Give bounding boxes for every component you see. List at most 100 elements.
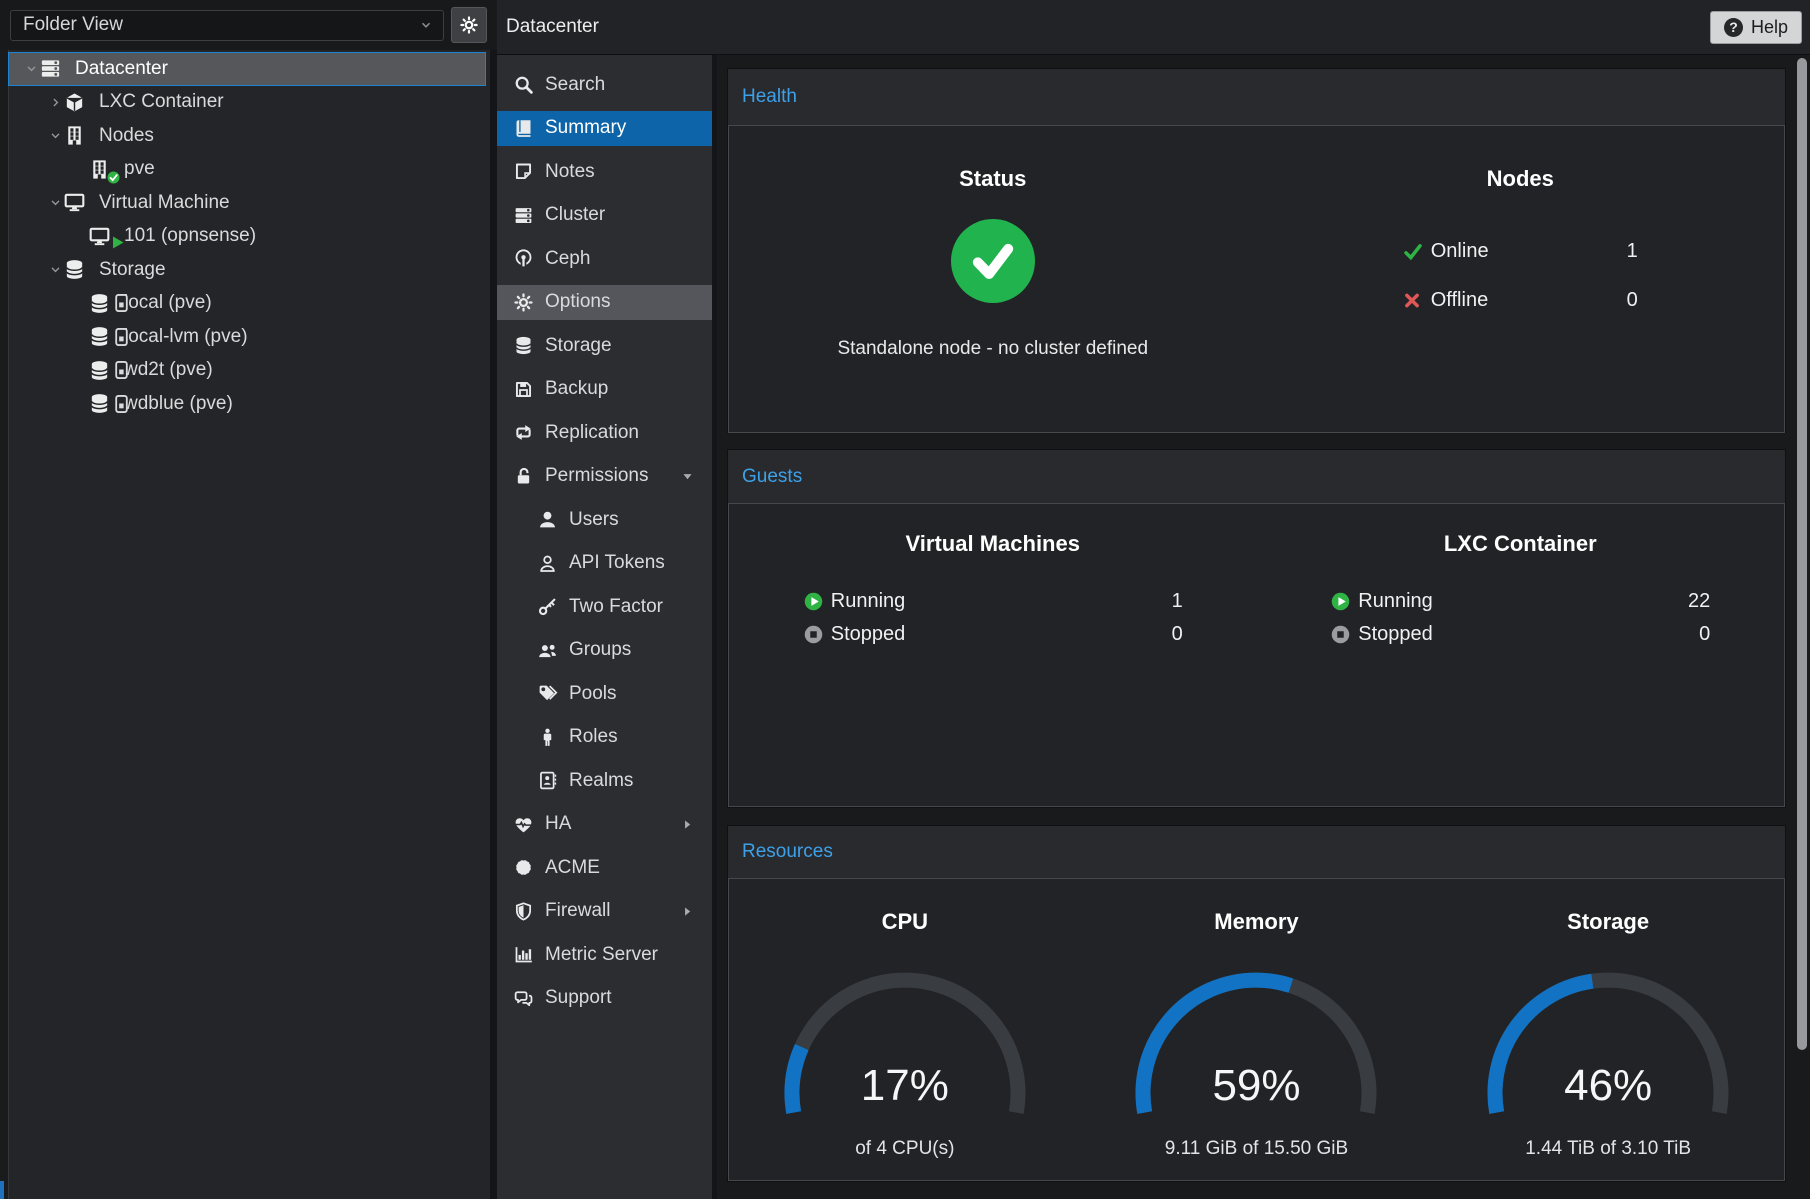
running-play-badge (112, 236, 124, 249)
guest-status-row: Stopped 0 (1330, 621, 1710, 647)
content-title: Datacenter (506, 16, 599, 38)
sidebar-item-label: Notes (545, 161, 595, 183)
status-text: Standalone node - no cluster defined (729, 338, 1257, 360)
sidebar-item-support[interactable]: Support (497, 977, 712, 1021)
guests-column-virtual-machines: Virtual MachinesRunning1Stopped0 (729, 504, 1257, 806)
chevron-down-icon (419, 18, 433, 32)
barchart-icon (511, 944, 535, 965)
view-mode-value: Folder View (23, 14, 419, 36)
sidebar-item-ceph[interactable]: Ceph (497, 237, 712, 281)
tree-expander-right-icon[interactable] (49, 96, 62, 109)
guest-status-row: Running1 (803, 588, 1183, 614)
sidebar-item-realms[interactable]: Realms (497, 759, 712, 803)
tree-item-pve[interactable]: pve (8, 153, 486, 187)
resources-panel-header: Resources (728, 826, 1785, 878)
sidebar-item-two-factor[interactable]: Two Factor (497, 585, 712, 629)
submenu-expanded-icon (681, 470, 694, 483)
help-button[interactable]: ? Help (1710, 11, 1802, 44)
male-icon (535, 727, 559, 748)
tree-settings-button[interactable] (451, 7, 487, 43)
sidebar-item-api-tokens[interactable]: API Tokens (497, 542, 712, 586)
guest-status-label: Stopped (1358, 623, 1433, 646)
addressbook-icon (535, 770, 559, 791)
database-icon (88, 358, 116, 382)
tags-icon (535, 683, 559, 704)
sidebar-item-cluster[interactable]: Cluster (497, 194, 712, 238)
scrollbar-thumb[interactable] (1797, 58, 1807, 1050)
server-icon (511, 205, 535, 226)
guests-column-heading: LXC Container (1257, 531, 1785, 557)
node-status-value: 0 (1627, 289, 1638, 312)
sidebar-item-summary[interactable]: Summary (497, 107, 712, 151)
guest-status-value: 0 (1699, 623, 1710, 646)
sidebar-item-metric-server[interactable]: Metric Server (497, 933, 712, 977)
sidebar-item-label: HA (545, 813, 571, 835)
sidebar-item-acme[interactable]: ACME (497, 846, 712, 890)
tree-item-label: local-lvm (pve) (124, 326, 248, 348)
play-circle-icon (1330, 591, 1351, 612)
content-area: Health Status Standalone node - no clust… (717, 55, 1810, 1199)
sidebar-item-users[interactable]: Users (497, 498, 712, 542)
sidebar-item-options[interactable]: Options (497, 281, 712, 325)
guest-status-label: Stopped (831, 623, 906, 646)
unlock-icon (511, 466, 535, 487)
note-icon (511, 161, 535, 182)
tree-item-101-opnsense[interactable]: 101 (opnsense) (8, 220, 486, 254)
tree-expander-down-icon[interactable] (49, 196, 62, 209)
disk-badge (115, 361, 128, 379)
view-mode-select[interactable]: Folder View (10, 10, 444, 41)
submenu-collapsed-icon (681, 818, 694, 831)
gear-icon (511, 292, 535, 313)
guest-status-row: Stopped0 (803, 621, 1183, 647)
sidebar-item-roles[interactable]: Roles (497, 716, 712, 760)
sidebar-item-ha[interactable]: HA (497, 803, 712, 847)
tree-expander-down-icon[interactable] (25, 62, 38, 75)
sidebar-item-label: Two Factor (569, 596, 663, 618)
tree-item-wdblue-pve[interactable]: wdblue (pve) (8, 387, 486, 421)
tree-item-label: wdblue (pve) (124, 393, 233, 415)
sidebar-item-search[interactable]: Search (497, 63, 712, 107)
tree-expander-down-icon[interactable] (49, 129, 62, 142)
guests-panel: Guests Virtual MachinesRunning1Stopped0L… (727, 449, 1786, 808)
health-panel: Health Status Standalone node - no clust… (727, 68, 1786, 433)
sidebar-item-firewall[interactable]: Firewall (497, 890, 712, 934)
tree-item-storage[interactable]: Storage (8, 253, 486, 287)
disk-badge (115, 328, 128, 346)
sidebar-item-notes[interactable]: Notes (497, 150, 712, 194)
tree-item-local-lvm-pve[interactable]: local-lvm (pve) (8, 320, 486, 354)
sidebar-item-backup[interactable]: Backup (497, 368, 712, 412)
comments-icon (511, 988, 535, 1009)
stop-circle-icon (803, 624, 824, 645)
guests-title: Guests (742, 466, 802, 488)
sidebar-item-label: ACME (545, 857, 600, 879)
gear-icon (459, 15, 479, 35)
database-icon (88, 392, 116, 416)
guests-column-lxc-container: LXC ContainerRunning22Stopped0 (1257, 504, 1785, 806)
sidebar-item-replication[interactable]: Replication (497, 411, 712, 455)
sidebar-item-pools[interactable]: Pools (497, 672, 712, 716)
sidebar-item-label: Permissions (545, 465, 648, 487)
tree-item-label: Virtual Machine (99, 192, 230, 214)
sidebar-item-storage[interactable]: Storage (497, 324, 712, 368)
heartbeat-icon (511, 814, 535, 835)
node-status-row: Online1 (1403, 240, 1638, 263)
sidebar-item-label: Roles (569, 726, 618, 748)
tree-item-datacenter[interactable]: Datacenter (8, 52, 486, 86)
tree-item-virtual-machine[interactable]: Virtual Machine (8, 186, 486, 220)
disk-badge (115, 395, 128, 413)
tree-item-wd2t-pve[interactable]: wd2t (pve) (8, 354, 486, 388)
sidebar-item-groups[interactable]: Groups (497, 629, 712, 673)
sidebar-item-permissions[interactable]: Permissions (497, 455, 712, 499)
tree-item-label: 101 (opnsense) (124, 225, 256, 247)
search-icon (511, 74, 535, 95)
tree-item-local-pve[interactable]: local (pve) (8, 287, 486, 321)
tree-item-lxc-container[interactable]: LXC Container (8, 86, 486, 120)
guest-status-label: Running (831, 590, 906, 613)
status-heading: Status (729, 166, 1257, 192)
resources-panel: Resources CPU17%of 4 CPU(s)Memory59%9.11… (727, 825, 1786, 1182)
gauge-heading: CPU (729, 909, 1081, 935)
tree-expander-down-icon[interactable] (49, 263, 62, 276)
sidebar-item-label: Groups (569, 639, 631, 661)
tree-item-nodes[interactable]: Nodes (8, 119, 486, 153)
guest-status-label: Running (1358, 590, 1433, 613)
